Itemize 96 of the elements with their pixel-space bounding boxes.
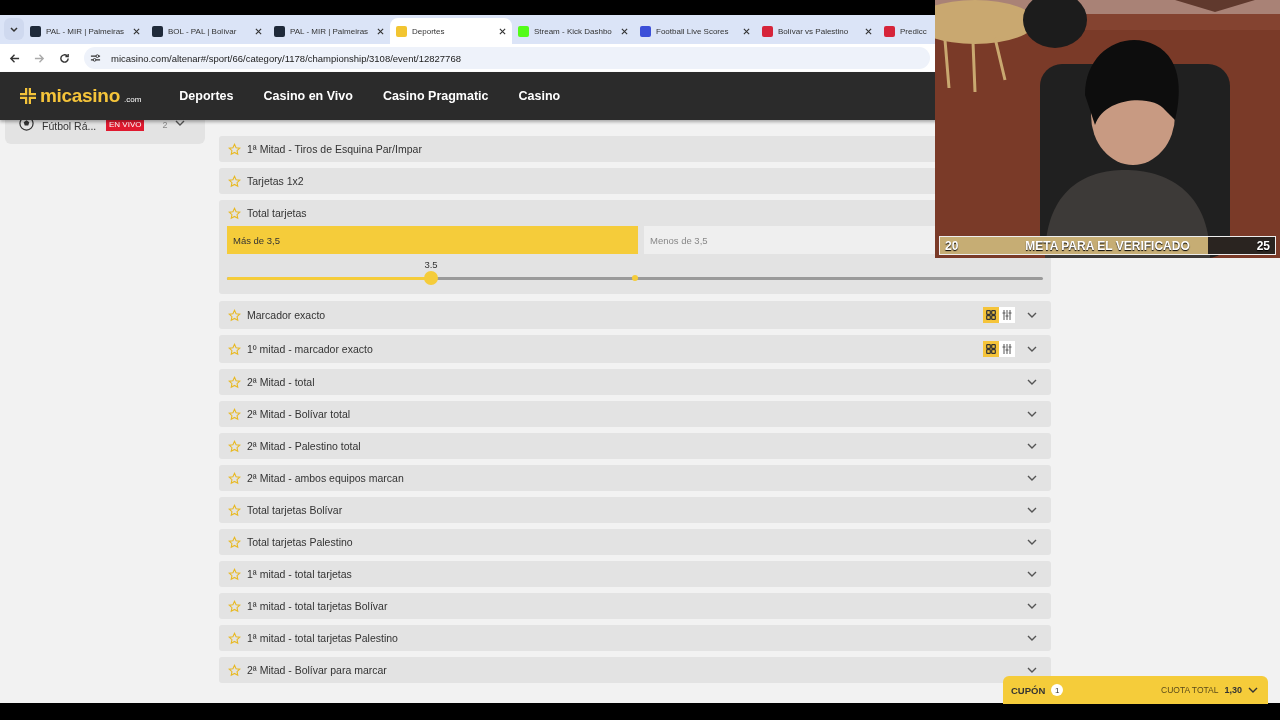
address-bar[interactable]: micasino.com/altenar#/sport/66/category/1178/championship/3108/event/12827768 <box>84 47 930 69</box>
goal-start-value: 20 <box>944 238 960 253</box>
chevron-down-icon[interactable] <box>1027 379 1037 385</box>
chevron-down-icon[interactable] <box>175 120 186 126</box>
browser-tab[interactable]: BOL - PAL | Bolívar <box>146 18 268 44</box>
market-title[interactable]: 2ª Mitad - ambos equipos marcan <box>247 472 404 484</box>
star-icon[interactable] <box>228 663 241 677</box>
goal-end-value: 25 <box>1255 238 1271 253</box>
chevron-down-icon[interactable] <box>1027 635 1037 641</box>
logo-icon <box>20 88 36 104</box>
star-icon[interactable] <box>228 471 241 485</box>
close-icon[interactable] <box>499 27 506 35</box>
close-icon[interactable] <box>621 27 628 35</box>
tab-list-icon[interactable] <box>4 18 24 40</box>
nav-link[interactable]: Casino en Vivo <box>263 89 353 103</box>
star-icon[interactable] <box>228 206 241 220</box>
grid-view-toggle[interactable] <box>983 307 999 323</box>
market-title[interactable]: 1ª Mitad - Tiros de Esquina Par/Impar <box>247 143 422 155</box>
list-view-toggle[interactable] <box>999 307 1015 323</box>
chevron-down-icon[interactable] <box>1248 687 1258 693</box>
coupon-count: 1 <box>1051 684 1064 696</box>
close-icon[interactable] <box>133 27 140 35</box>
reload-icon[interactable] <box>59 52 70 64</box>
market-title[interactable]: Total tarjetas <box>247 207 307 219</box>
star-icon[interactable] <box>228 174 241 188</box>
line-slider[interactable] <box>227 271 1043 285</box>
chevron-down-icon[interactable] <box>1027 507 1037 513</box>
chevron-down-icon[interactable] <box>1027 443 1037 449</box>
goal-label: META PARA EL VERIFICADO <box>1024 238 1191 253</box>
market-title[interactable]: 1ª mitad - total tarjetas Bolívar <box>247 600 388 612</box>
market-title[interactable]: Total tarjetas Bolívar <box>247 504 343 516</box>
star-icon[interactable] <box>228 567 241 581</box>
sliders-icon <box>1002 344 1012 354</box>
browser-tab[interactable]: Stream - Kick Dashbo <box>512 18 634 44</box>
chevron-down-icon[interactable] <box>1027 312 1037 318</box>
star-icon[interactable] <box>228 439 241 453</box>
grid-view-toggle[interactable] <box>983 341 999 357</box>
browser-tab[interactable]: Bolívar vs Palestino <box>756 18 878 44</box>
market-title[interactable]: Marcador exacto <box>247 309 326 321</box>
sliders-icon <box>1002 310 1012 320</box>
list-view-toggle[interactable] <box>999 341 1015 357</box>
odds-option[interactable]: Más de 3,5 <box>227 226 638 254</box>
browser-tab[interactable]: PAL - MIR | Palmeiras <box>268 18 390 44</box>
market-title[interactable]: 2ª Mitad - total <box>247 376 315 388</box>
site-logo[interactable]: micasino .com <box>20 85 142 107</box>
event-count: 2 <box>162 120 168 130</box>
slider-thumb[interactable] <box>424 271 438 285</box>
slider-value: 3.5 <box>424 259 438 270</box>
url-text: micasino.com/altenar#/sport/66/category/1178/championship/3108/event/12827768 <box>111 52 461 64</box>
total-odds-value: 1,30 <box>1224 685 1242 695</box>
slider-tick <box>632 275 638 281</box>
back-icon[interactable] <box>9 52 20 64</box>
site-settings-icon[interactable] <box>90 53 101 63</box>
close-icon[interactable] <box>743 27 750 35</box>
coupon-bar[interactable]: CUPÓN 1 CUOTA TOTAL 1,30 <box>1003 676 1268 704</box>
chevron-down-icon[interactable] <box>1027 411 1037 417</box>
sport-label: Fútbol Rá... <box>42 120 98 132</box>
market-title[interactable]: 1ª mitad - total tarjetas <box>247 568 352 580</box>
sidebar-item[interactable]: Fútbol Rá... EN VIVO 2 <box>5 120 205 144</box>
coupon-label: CUPÓN <box>1011 684 1046 696</box>
chevron-down-icon[interactable] <box>1027 539 1037 545</box>
nav-link[interactable]: Casino <box>518 89 561 103</box>
star-icon[interactable] <box>228 407 241 421</box>
browser-tab[interactable]: Deportes <box>390 18 512 44</box>
chevron-down-icon[interactable] <box>1027 667 1037 673</box>
star-icon[interactable] <box>228 308 241 322</box>
nav-link[interactable]: Casino Pragmatic <box>382 89 489 103</box>
market-title[interactable]: Tarjetas 1x2 <box>247 175 304 187</box>
market-title[interactable]: 1ª mitad - total tarjetas Palestino <box>247 632 398 644</box>
close-icon[interactable] <box>865 27 872 35</box>
star-icon[interactable] <box>228 599 241 613</box>
star-icon[interactable] <box>228 631 241 645</box>
nav-link[interactable]: Deportes <box>179 89 234 103</box>
chevron-down-icon[interactable] <box>1027 571 1037 577</box>
total-odds-label: CUOTA TOTAL <box>1161 685 1219 695</box>
browser-tab[interactable]: Predicc <box>878 18 935 44</box>
grid-icon <box>986 344 996 354</box>
market-title[interactable]: 1º mitad - marcador exacto <box>247 343 373 355</box>
market-title[interactable]: 2ª Mitad - Palestino total <box>247 440 361 452</box>
chevron-down-icon[interactable] <box>1027 603 1037 609</box>
market-title[interactable]: 2ª Mitad - Bolívar para marcar <box>247 664 387 676</box>
close-icon[interactable] <box>377 27 384 35</box>
close-icon[interactable] <box>255 27 262 35</box>
market-title[interactable]: 2ª Mitad - Bolívar total <box>247 408 351 420</box>
browser-tab[interactable]: PAL - MIR | Palmeiras <box>24 18 146 44</box>
star-icon[interactable] <box>228 375 241 389</box>
star-icon[interactable] <box>228 535 241 549</box>
chevron-down-icon[interactable] <box>1027 346 1037 352</box>
star-icon[interactable] <box>228 342 241 356</box>
star-icon[interactable] <box>228 142 241 156</box>
live-badge: EN VIVO <box>106 120 145 131</box>
chevron-down-icon[interactable] <box>1027 475 1037 481</box>
market-title[interactable]: Total tarjetas Palestino <box>247 536 353 548</box>
browser-tab[interactable]: Football Live Scores <box>634 18 756 44</box>
grid-icon <box>986 310 996 320</box>
star-icon[interactable] <box>228 503 241 517</box>
